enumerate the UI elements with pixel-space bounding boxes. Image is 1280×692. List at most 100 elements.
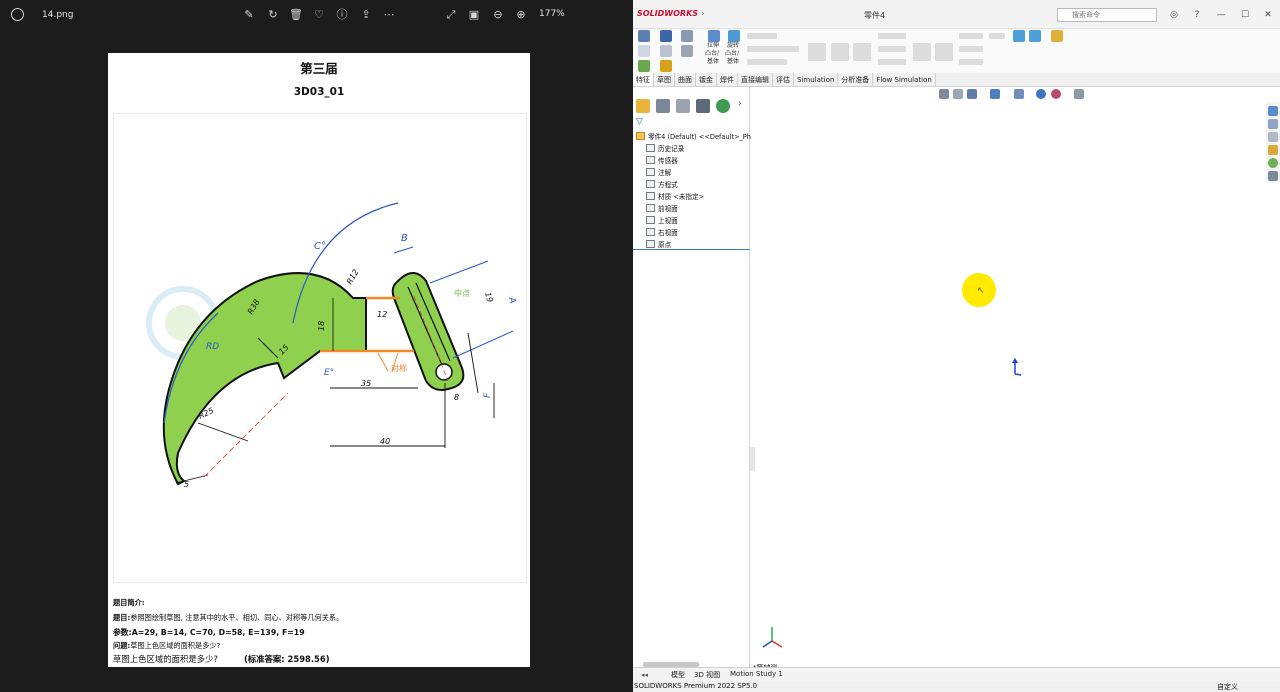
tab-cmd-3[interactable]: 钣金 (696, 73, 717, 86)
section-view-icon[interactable] (990, 89, 1000, 99)
previous-view-icon[interactable] (967, 89, 977, 99)
tree-item[interactable]: 原点 (646, 239, 671, 249)
save-icon[interactable] (660, 30, 672, 42)
scroll-left-icon[interactable]: ◂◂ (641, 671, 648, 679)
revolve-boss-icon[interactable] (728, 30, 740, 42)
help-icon[interactable]: ? (1190, 8, 1204, 22)
units-custom-text[interactable]: 自定义 (1217, 682, 1238, 692)
revolve-cut-disabled (853, 43, 871, 61)
tab-cmd-7[interactable]: Simulation (794, 73, 839, 86)
configuration-tab-icon[interactable] (676, 99, 690, 113)
favorite-icon[interactable]: ♡ (311, 7, 327, 23)
revolve-label-1: 旋转 (727, 42, 740, 49)
home-icon[interactable] (638, 30, 650, 42)
dimxpert-tab-icon[interactable] (696, 99, 710, 113)
more-icon[interactable]: ⋯ (381, 7, 397, 23)
tree-item[interactable]: 材质 <未指定> (646, 191, 704, 201)
tab-3d-views[interactable]: 3D 视图 (694, 670, 720, 680)
search-commands-input[interactable] (1057, 8, 1157, 22)
reference-geometry-icon[interactable] (1013, 30, 1025, 42)
print-icon[interactable] (681, 30, 693, 42)
curves-icon[interactable] (1029, 30, 1041, 42)
tab-model[interactable]: 模型 (671, 670, 685, 680)
question-answer-line: 草图上色区域的面积是多少? (标准答案: 2598.56) (113, 654, 330, 664)
tab-cmd-5[interactable]: 直接编辑 (738, 73, 773, 86)
zoom-in-icon[interactable]: ⊕ (513, 7, 529, 23)
maximize-icon[interactable]: ☐ (1238, 8, 1252, 22)
chevron-right-icon[interactable]: › (738, 99, 742, 109)
edit-appearance-icon[interactable] (1051, 89, 1061, 99)
tab-features[interactable]: 特征 (633, 73, 654, 86)
fullscreen-icon[interactable]: ⤢ (443, 7, 459, 23)
tree-item[interactable]: 上视面 (646, 215, 678, 225)
zoom-to-fit-icon[interactable] (939, 89, 949, 99)
viewer-toolbar: 14.png ✎ ↻ 🗑 ♡ ⓘ ⇪ ⋯ ⤢ ▣ ⊖ ⊕ 177% (0, 0, 633, 30)
instant3d-icon[interactable] (1051, 30, 1063, 42)
tree-item-label: 材质 <未指定> (658, 193, 705, 201)
undo-icon[interactable] (660, 45, 672, 57)
property-manager-tab-icon[interactable] (656, 99, 670, 113)
extrude-boss-icon[interactable] (708, 30, 720, 42)
extrude-label-1: 拉伸 (707, 42, 720, 49)
resources-icon[interactable] (1268, 106, 1278, 116)
traffic-light-icon[interactable] (660, 60, 672, 72)
dim-a-label: A (506, 295, 518, 305)
model-tabs-bar: ◂◂ 模型 3D 视图 Motion Study 1 (633, 667, 1280, 681)
tree-item[interactable]: 历史记录 (646, 143, 684, 153)
feature-tree-tab-icon[interactable] (636, 99, 650, 113)
options-icon[interactable] (681, 45, 693, 57)
tree-item[interactable]: 前视面 (646, 203, 678, 213)
tab-cmd-6[interactable]: 评估 (773, 73, 794, 86)
tree-item-icon (646, 144, 655, 152)
edit-icon[interactable]: ✎ (241, 7, 257, 23)
rotate-icon[interactable]: ↻ (265, 7, 281, 23)
panel-collapse-handle[interactable] (750, 447, 755, 471)
zoom-out-icon[interactable]: ⊖ (490, 7, 506, 23)
close-icon[interactable]: ✕ (1261, 8, 1275, 22)
zoom-area-icon[interactable] (953, 89, 963, 99)
rib-disabled (959, 33, 983, 39)
filter-icon[interactable]: ▽ (636, 117, 643, 127)
dim-rd-label: RD (206, 342, 219, 352)
tab-cmd-4[interactable]: 焊件 (717, 73, 738, 86)
delete-icon[interactable]: 🗑 (288, 7, 304, 23)
question-line: 问题:草图上色区域的面积是多少? (113, 641, 221, 650)
view-settings-icon[interactable] (1074, 89, 1084, 99)
graphics-area[interactable]: ↖ *等轴测 (750, 87, 1264, 672)
menu-arrow-icon[interactable]: › (701, 9, 705, 19)
view-palette-icon[interactable] (1268, 145, 1278, 155)
tab-cmd-8[interactable]: 分析准备 (838, 73, 874, 86)
tab-cmd-1[interactable]: 草图 (654, 73, 675, 86)
user-icon[interactable]: ◎ (1167, 8, 1181, 22)
file-explorer-icon[interactable] (1268, 132, 1278, 142)
view-orientation-icon[interactable] (1014, 89, 1024, 99)
tree-item[interactable]: 传感器 (646, 155, 678, 165)
custom-properties-icon[interactable] (1268, 171, 1278, 181)
fillet-disabled (913, 43, 931, 61)
tree-item[interactable]: 方程式 (646, 179, 678, 189)
display-style-icon[interactable] (1036, 89, 1046, 99)
tab-cmd-9[interactable]: Flow Simulation (873, 73, 936, 86)
tree-root-label: 零件4 (Default) <<Default>_Ph (648, 133, 751, 141)
share-icon[interactable]: ⇪ (358, 7, 374, 23)
minimize-icon[interactable]: — (1214, 8, 1228, 22)
tree-item-label: 注解 (658, 169, 672, 177)
tab-motion-study[interactable]: Motion Study 1 (730, 670, 783, 678)
design-library-icon[interactable] (1268, 119, 1278, 129)
tab-cmd-2[interactable]: 曲面 (675, 73, 696, 86)
info-icon[interactable]: ⓘ (334, 7, 350, 23)
appearances-icon[interactable] (1268, 158, 1278, 168)
rebuild-icon[interactable] (638, 60, 650, 72)
new-icon[interactable] (638, 45, 650, 57)
tree-item-icon (646, 228, 655, 236)
tree-item[interactable]: 右视面 (646, 227, 678, 237)
display-manager-tab-icon[interactable] (716, 99, 730, 113)
tree-root-part[interactable]: 零件4 (Default) <<Default>_Ph (636, 131, 751, 141)
extrude-label-2: 凸台/ (705, 50, 720, 57)
fit-window-icon[interactable]: ▣ (466, 7, 482, 23)
colored-region (162, 272, 367, 486)
revolve-label-3: 基体 (727, 58, 740, 65)
hole-wizard-disabled (831, 43, 849, 61)
tree-item[interactable]: 注解 (646, 167, 671, 177)
dim-r12-label: R12 (345, 268, 361, 286)
